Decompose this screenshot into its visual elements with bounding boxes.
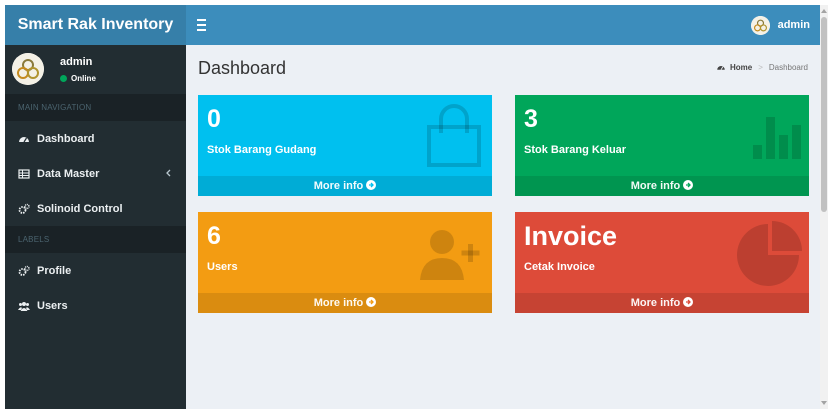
vertical-scrollbar[interactable]: [820, 5, 828, 409]
sidebar-item-label: Solinoid Control: [37, 202, 123, 215]
breadcrumb-current: Dashboard: [768, 63, 808, 72]
sidebar-item-dashboard[interactable]: Dashboard: [5, 121, 186, 156]
user-panel: admin Online: [5, 45, 186, 94]
more-info-label: More info: [630, 297, 681, 309]
sidebar-user-name: admin: [60, 56, 93, 68]
more-info-link[interactable]: More info: [515, 293, 809, 313]
box-label: Users: [207, 261, 238, 273]
small-box-stok-gudang: 0 Stok Barang Gudang More info: [198, 95, 492, 196]
dashboard-icon: [717, 66, 725, 70]
sidebar-toggle-icon[interactable]: [197, 16, 208, 34]
sidebar-item-label: Data Master: [37, 167, 100, 180]
sidebar-item-label: Dashboard: [37, 132, 95, 145]
bar-chart-icon: [751, 111, 803, 164]
small-box-users: 6 Users More info: [198, 212, 492, 313]
sidebar-item-profile[interactable]: Profile: [5, 253, 186, 288]
breadcrumb-separator: >: [758, 63, 763, 72]
header-user-name: admin: [777, 19, 810, 31]
box-label: Stok Barang Gudang: [207, 144, 317, 156]
user-status: Online: [60, 74, 96, 83]
app-frame: Smart Rak Inventory admin admin Online M…: [5, 5, 820, 409]
sidebar-item-label: Users: [37, 299, 68, 312]
pie-chart-icon: [737, 220, 803, 289]
more-info-link[interactable]: More info: [515, 176, 809, 196]
table-icon: [18, 168, 30, 180]
box-value: 6: [207, 222, 221, 250]
more-info-link[interactable]: More info: [198, 293, 492, 313]
main-content: Dashboard Home > Dashboard 0 Stok Barang…: [186, 45, 820, 409]
user-plus-icon: [420, 224, 486, 285]
dashboard-icon: [18, 133, 30, 145]
box-value: 0: [207, 105, 221, 133]
cogs-icon: [18, 265, 30, 277]
box-value: 3: [524, 105, 538, 133]
box-label: Cetak Invoice: [524, 261, 595, 273]
sidebar-item-solinoid-control[interactable]: Solinoid Control: [5, 191, 186, 226]
more-info-label: More info: [313, 297, 364, 309]
sidebar-item-users[interactable]: Users: [5, 288, 186, 323]
online-status-icon: [60, 75, 67, 82]
breadcrumb: Home > Dashboard: [716, 63, 808, 72]
section-header-labels: LABELS: [5, 226, 186, 253]
users-icon: [18, 300, 30, 312]
small-box-stok-keluar: 3 Stok Barang Keluar More info: [515, 95, 809, 196]
chevron-left-icon: [164, 167, 174, 179]
scroll-up-icon[interactable]: [821, 9, 827, 13]
page-title: Dashboard: [198, 58, 287, 78]
breadcrumb-home[interactable]: Home: [716, 63, 752, 72]
small-box-invoice: Invoice Cetak Invoice More info: [515, 212, 809, 313]
user-menu[interactable]: admin: [750, 5, 810, 45]
arrow-circle-right-icon: [366, 180, 377, 190]
cogs-icon: [18, 203, 30, 215]
shopping-bag-icon: [423, 103, 485, 172]
box-value: Invoice: [524, 221, 618, 251]
more-info-link[interactable]: More info: [198, 176, 492, 196]
more-info-label: More info: [313, 180, 364, 192]
scroll-thumb[interactable]: [821, 17, 827, 212]
section-header-main-navigation: MAIN NAVIGATION: [5, 94, 186, 121]
avatar: [12, 53, 44, 85]
arrow-circle-right-icon: [683, 180, 694, 190]
top-header: Smart Rak Inventory admin: [5, 5, 820, 45]
app-logo[interactable]: Smart Rak Inventory: [5, 5, 186, 45]
sidebar-item-label: Profile: [37, 264, 72, 277]
arrow-circle-right-icon: [683, 297, 694, 307]
breadcrumb-home-label: Home: [729, 63, 753, 72]
arrow-circle-right-icon: [366, 297, 377, 307]
more-info-label: More info: [630, 180, 681, 192]
avatar: [750, 15, 770, 35]
scroll-down-icon[interactable]: [821, 401, 827, 405]
sidebar-item-data-master[interactable]: Data Master: [5, 156, 186, 191]
box-label: Stok Barang Keluar: [524, 144, 627, 156]
sidebar: admin Online MAIN NAVIGATION Dashboard D…: [5, 45, 186, 409]
user-status-label: Online: [71, 74, 96, 83]
